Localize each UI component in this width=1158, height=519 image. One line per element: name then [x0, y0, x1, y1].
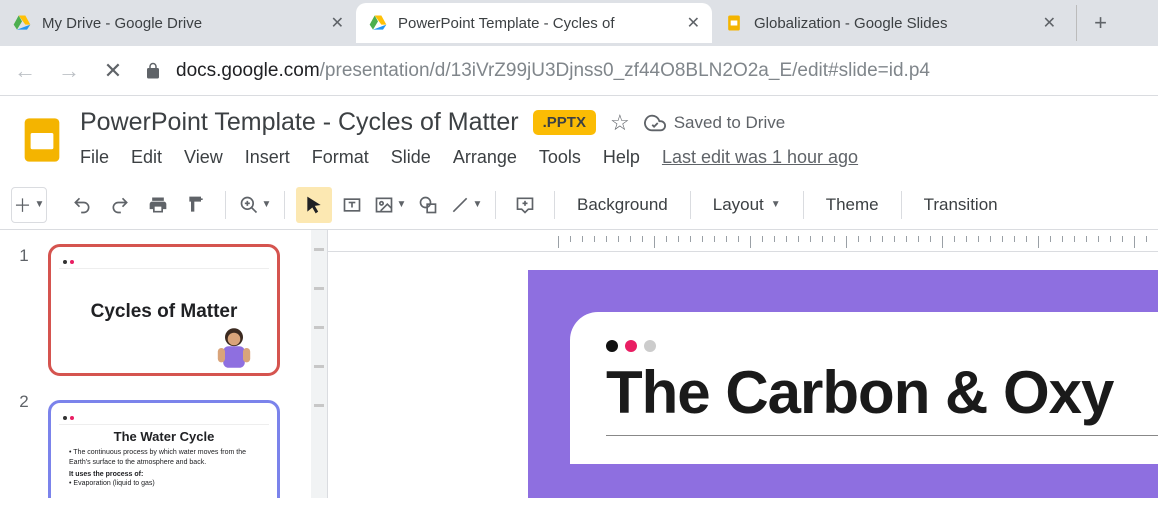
lock-icon: [144, 62, 162, 80]
cloud-check-icon: [644, 112, 666, 134]
tab-title: PowerPoint Template - Cycles of: [398, 15, 677, 32]
paint-format-button[interactable]: [178, 187, 214, 223]
browser-tab-active[interactable]: PowerPoint Template - Cycles of ✕: [356, 3, 712, 43]
stop-button[interactable]: ✕: [100, 58, 126, 84]
drive-favicon-icon: [12, 13, 32, 33]
menu-bar: File Edit View Insert Format Slide Arran…: [80, 147, 1142, 168]
print-button[interactable]: [140, 187, 176, 223]
image-tool[interactable]: ▼: [372, 187, 408, 223]
new-slide-button[interactable]: ＋ ▼: [11, 187, 47, 223]
background-button[interactable]: Background: [565, 195, 680, 215]
tab-title: My Drive - Google Drive: [42, 15, 321, 32]
document-title[interactable]: PowerPoint Template - Cycles of Matter: [80, 108, 519, 137]
character-icon: [207, 321, 261, 375]
content-area: 1 2 Cycles of Matter The Water Cycle • T…: [0, 230, 1158, 498]
menu-edit[interactable]: Edit: [131, 147, 162, 168]
slide-number: 2: [0, 392, 48, 412]
slide-heading[interactable]: The Carbon & Oxy: [606, 358, 1158, 427]
menu-tools[interactable]: Tools: [539, 147, 581, 168]
browser-tab[interactable]: My Drive - Google Drive ✕: [0, 3, 356, 43]
close-icon[interactable]: ✕: [687, 13, 700, 33]
slide-number: 1: [0, 246, 48, 392]
line-tool[interactable]: ▼: [448, 187, 484, 223]
menu-format[interactable]: Format: [312, 147, 369, 168]
comment-button[interactable]: [507, 187, 543, 223]
window-dots-icon: [606, 340, 1158, 352]
tab-title: Globalization - Google Slides: [754, 15, 1033, 32]
file-type-badge: .PPTX: [533, 110, 596, 135]
layout-button[interactable]: Layout▼: [701, 195, 793, 215]
url-path: /presentation/d/13iVrZ99jU3Djnss0_zf44O8…: [320, 60, 930, 81]
toolbar: ＋ ▼ ▼ ▼ ▼ Background Layout▼ Theme Trans…: [0, 180, 1158, 230]
close-icon[interactable]: ✕: [331, 13, 344, 33]
zoom-button[interactable]: ▼: [237, 187, 273, 223]
menu-view[interactable]: View: [184, 147, 223, 168]
thumb-body: • The continuous process by which water …: [59, 444, 269, 493]
last-edit-link[interactable]: Last edit was 1 hour ago: [662, 147, 858, 168]
theme-button[interactable]: Theme: [814, 195, 891, 215]
save-status[interactable]: Saved to Drive: [644, 112, 786, 134]
slide-thumbnail[interactable]: The Water Cycle • The continuous process…: [48, 400, 280, 498]
filmstrip: 1 2 Cycles of Matter The Water Cycle • T…: [0, 230, 328, 498]
menu-insert[interactable]: Insert: [245, 147, 290, 168]
back-button[interactable]: ←: [12, 58, 38, 84]
close-icon[interactable]: ✕: [1043, 13, 1056, 33]
new-tab-button[interactable]: +: [1076, 5, 1112, 41]
menu-arrange[interactable]: Arrange: [453, 147, 517, 168]
filmstrip-gutter[interactable]: [311, 230, 327, 498]
select-tool[interactable]: [296, 187, 332, 223]
slide-thumbnail[interactable]: Cycles of Matter: [48, 244, 280, 376]
slide-canvas-area[interactable]: The Carbon & Oxy: [328, 230, 1158, 498]
title-area: PowerPoint Template - Cycles of Matter .…: [0, 96, 1158, 168]
shape-tool[interactable]: [410, 187, 446, 223]
horizontal-ruler[interactable]: [328, 230, 1158, 252]
textbox-tool[interactable]: [334, 187, 370, 223]
slide[interactable]: The Carbon & Oxy: [528, 270, 1158, 498]
menu-slide[interactable]: Slide: [391, 147, 431, 168]
transition-button[interactable]: Transition: [912, 195, 1010, 215]
browser-tab-strip: My Drive - Google Drive ✕ PowerPoint Tem…: [0, 0, 1158, 46]
thumb-title: The Water Cycle: [59, 429, 269, 444]
slides-logo-icon[interactable]: [16, 114, 68, 166]
star-button[interactable]: ☆: [610, 110, 630, 136]
browser-tab[interactable]: Globalization - Google Slides ✕: [712, 3, 1068, 43]
address-bar: ← → ✕ docs.google.com/presentation/d/13i…: [0, 46, 1158, 96]
thumb-title: Cycles of Matter: [59, 301, 269, 323]
url-input[interactable]: docs.google.com/presentation/d/13iVrZ99j…: [144, 60, 1146, 82]
forward-button[interactable]: →: [56, 58, 82, 84]
undo-button[interactable]: [64, 187, 100, 223]
url-host: docs.google.com: [176, 60, 320, 81]
redo-button[interactable]: [102, 187, 138, 223]
menu-file[interactable]: File: [80, 147, 109, 168]
slides-favicon-icon: [368, 13, 388, 33]
menu-help[interactable]: Help: [603, 147, 640, 168]
slides-favicon-icon: [724, 13, 744, 33]
save-status-text: Saved to Drive: [674, 113, 786, 133]
